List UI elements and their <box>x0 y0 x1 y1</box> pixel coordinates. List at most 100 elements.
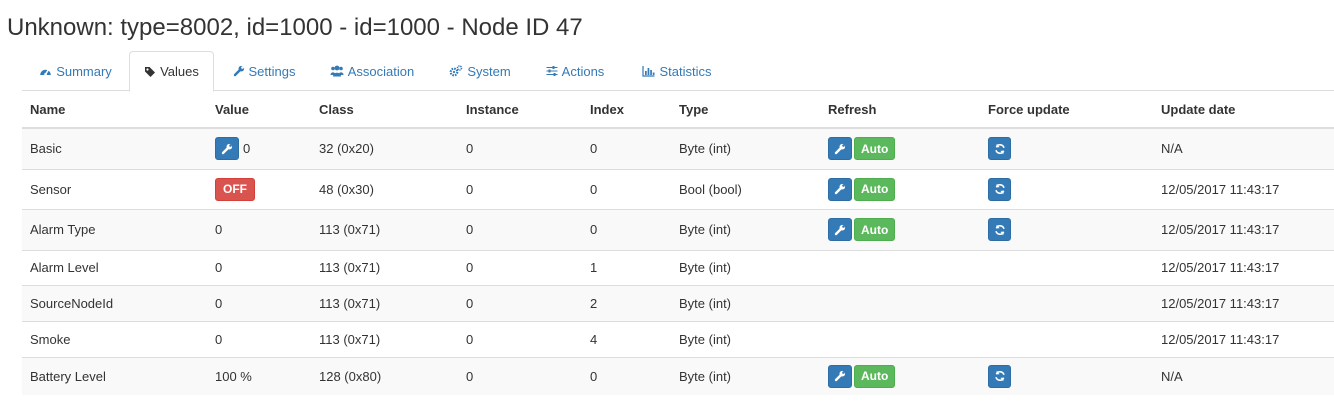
cell-value: 0 <box>207 284 311 321</box>
cell-update-date: 12/05/2017 11:43:17 <box>1153 168 1334 209</box>
refresh-icon <box>994 371 1005 382</box>
cell-index: 0 <box>582 168 671 209</box>
force-update-button[interactable] <box>988 137 1011 161</box>
refresh-settings-button[interactable] <box>828 364 852 388</box>
col-header-update-date[interactable]: Update date <box>1153 92 1334 129</box>
cell-name: Alarm Type <box>22 208 207 250</box>
wrench-icon <box>221 143 233 154</box>
cell-instance: 0 <box>458 249 582 285</box>
wrench-icon <box>834 143 846 154</box>
values-table: Name Value Class Instance Index Type Ref… <box>22 92 1334 395</box>
gears-icon <box>449 65 463 77</box>
wrench-icon <box>834 224 846 235</box>
wrench-icon <box>834 183 846 195</box>
cell-class: 128 (0x80) <box>311 356 458 395</box>
auto-refresh-button[interactable]: Auto <box>854 364 896 388</box>
table-row: Sensor OFF 48 (0x30) 0 0 Bool (bool) Aut… <box>22 168 1334 209</box>
cell-index: 2 <box>582 284 671 321</box>
tab-bar: Summary Values Settings Association Syst… <box>22 51 1334 92</box>
cell-class: 113 (0x71) <box>311 284 458 321</box>
tab-settings[interactable]: Settings <box>220 51 308 91</box>
tab-association[interactable]: Association <box>320 51 424 91</box>
table-row: Alarm Level 0 113 (0x71) 0 1 Byte (int) … <box>22 249 1334 285</box>
cell-instance: 0 <box>458 128 582 169</box>
cell-type: Bool (bool) <box>671 168 820 209</box>
tab-summary[interactable]: Summary <box>22 51 129 91</box>
cell-force-update <box>980 320 1153 357</box>
cell-instance: 0 <box>458 284 582 321</box>
cell-refresh: Auto <box>820 208 980 250</box>
cell-type: Byte (int) <box>671 356 820 395</box>
cell-type: Byte (int) <box>671 128 820 169</box>
off-toggle-button[interactable]: OFF <box>215 177 255 201</box>
tab-system-label: System <box>467 63 511 79</box>
tab-values[interactable]: Values <box>129 51 214 92</box>
col-header-type[interactable]: Type <box>671 92 820 129</box>
tab-settings-label: Settings <box>248 63 296 79</box>
cell-name: Basic <box>22 128 207 169</box>
cell-type: Byte (int) <box>671 249 820 285</box>
cell-update-date: N/A <box>1153 356 1334 395</box>
cell-index: 4 <box>582 320 671 357</box>
table-header-row: Name Value Class Instance Index Type Ref… <box>22 92 1334 129</box>
users-icon <box>330 65 344 77</box>
cell-force-update <box>980 284 1153 321</box>
cell-class: 113 (0x71) <box>311 208 458 250</box>
cell-value: 0 <box>207 249 311 285</box>
tab-actions-label: Actions <box>561 63 605 79</box>
refresh-icon <box>994 183 1005 195</box>
col-header-name[interactable]: Name <box>22 92 207 129</box>
cell-name: Smoke <box>22 320 207 357</box>
cell-force-update <box>980 168 1153 209</box>
force-update-button[interactable] <box>988 177 1011 201</box>
cell-value: 0 <box>207 320 311 357</box>
bar-chart-icon <box>642 66 655 77</box>
cell-class: 113 (0x71) <box>311 320 458 357</box>
cell-index: 0 <box>582 208 671 250</box>
force-update-button[interactable] <box>988 218 1011 241</box>
cell-name: Alarm Level <box>22 249 207 285</box>
dashboard-icon <box>40 69 51 76</box>
cell-refresh <box>820 320 980 357</box>
cell-update-date: N/A <box>1153 128 1334 169</box>
refresh-settings-button[interactable] <box>828 218 852 241</box>
cell-instance: 0 <box>458 168 582 209</box>
cell-refresh <box>820 249 980 285</box>
cell-update-date: 12/05/2017 11:43:17 <box>1153 284 1334 321</box>
cell-index: 1 <box>582 249 671 285</box>
refresh-settings-button[interactable] <box>828 137 852 161</box>
table-row: SourceNodeId 0 113 (0x71) 0 2 Byte (int)… <box>22 284 1334 321</box>
cell-update-date: 12/05/2017 11:43:17 <box>1153 320 1334 357</box>
cell-refresh: Auto <box>820 128 980 169</box>
cell-force-update <box>980 208 1153 250</box>
cell-type: Byte (int) <box>671 284 820 321</box>
auto-refresh-button[interactable]: Auto <box>854 137 896 161</box>
cell-class: 32 (0x20) <box>311 128 458 169</box>
refresh-settings-button[interactable] <box>828 177 852 201</box>
cell-name: Sensor <box>22 168 207 209</box>
tab-statistics[interactable]: Statistics <box>629 51 725 91</box>
col-header-value[interactable]: Value <box>207 92 311 129</box>
cell-value: OFF <box>207 168 311 209</box>
table-row: Smoke 0 113 (0x71) 0 4 Byte (int) 12/05/… <box>22 320 1334 357</box>
auto-refresh-button[interactable]: Auto <box>854 218 896 241</box>
value-text: 0 <box>243 141 251 157</box>
tab-values-label: Values <box>160 64 199 79</box>
cell-class: 48 (0x30) <box>311 168 458 209</box>
col-header-class[interactable]: Class <box>311 92 458 129</box>
cell-index: 0 <box>582 128 671 169</box>
cell-index: 0 <box>582 356 671 395</box>
force-update-button[interactable] <box>988 364 1011 388</box>
edit-value-button[interactable] <box>215 137 239 161</box>
col-header-refresh[interactable]: Refresh <box>820 92 980 129</box>
cell-force-update <box>980 128 1153 169</box>
tab-system[interactable]: System <box>440 51 520 91</box>
tab-actions[interactable]: Actions <box>535 51 615 91</box>
cell-instance: 0 <box>458 356 582 395</box>
auto-refresh-button[interactable]: Auto <box>854 177 896 201</box>
cell-force-update <box>980 249 1153 285</box>
col-header-instance[interactable]: Instance <box>458 92 582 129</box>
col-header-index[interactable]: Index <box>582 92 671 129</box>
col-header-force-update[interactable]: Force update <box>980 92 1153 129</box>
cell-instance: 0 <box>458 320 582 357</box>
